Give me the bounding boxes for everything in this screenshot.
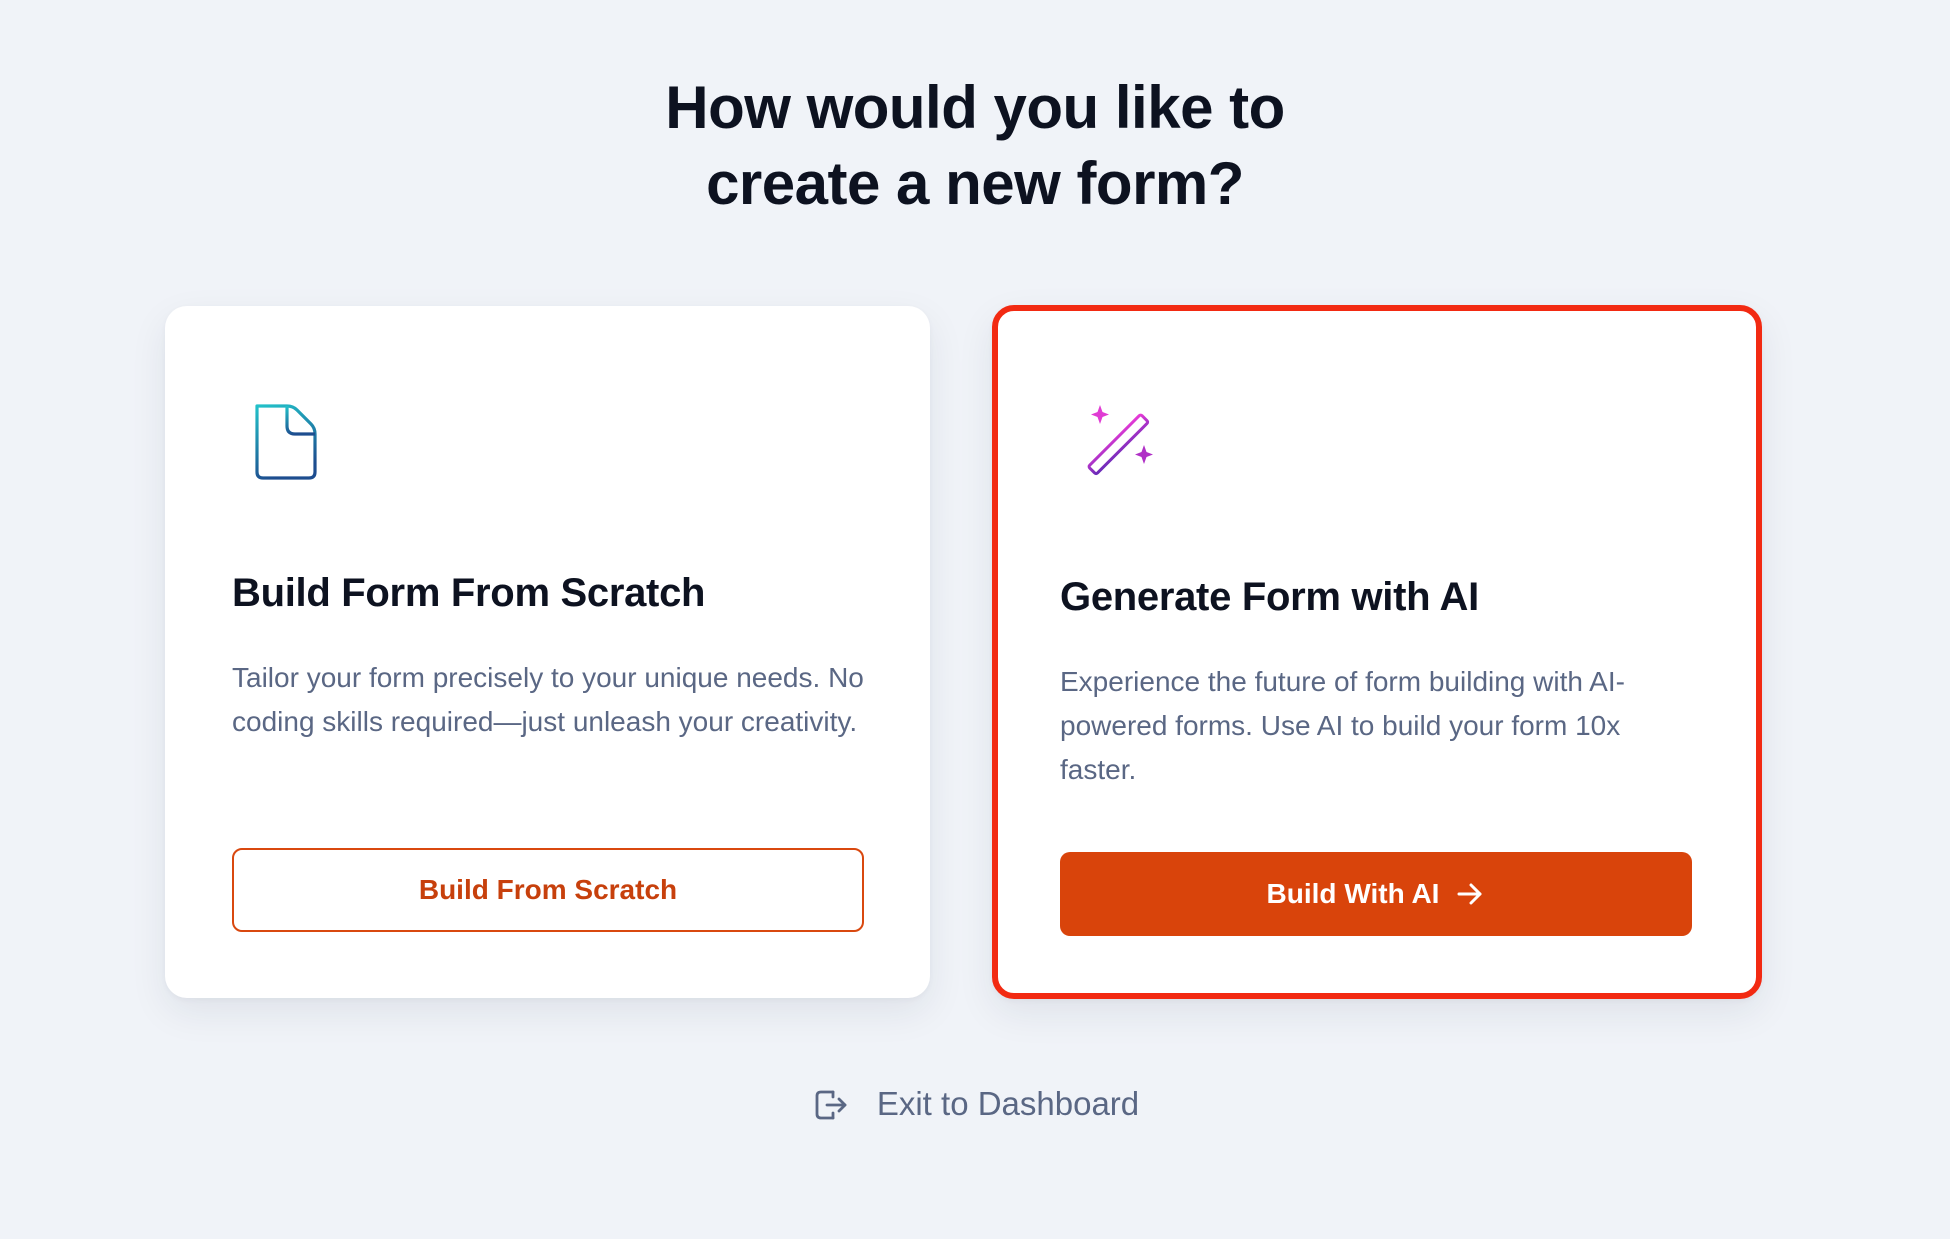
arrow-right-icon	[1457, 883, 1482, 905]
exit-to-dashboard-link[interactable]: Exit to Dashboard	[0, 1084, 1950, 1124]
form-creation-page: How would you like to create a new form?…	[0, 0, 1950, 1239]
build-from-scratch-card[interactable]: Build Form From Scratch Tailor your form…	[165, 306, 930, 998]
build-from-scratch-button[interactable]: Build From Scratch	[232, 848, 864, 932]
button-label: Build From Scratch	[418, 874, 678, 905]
page-title: How would you like to create a new form?	[0, 70, 1950, 222]
card-description: Tailor your form precisely to your uniqu…	[232, 662, 864, 737]
logout-icon	[815, 1090, 847, 1120]
magic-wand-icon	[1073, 399, 1163, 489]
file-plus-icon	[243, 396, 333, 486]
card-heading: Build Form From Scratch	[232, 571, 706, 615]
button-label: Build With AI	[1266, 878, 1440, 909]
build-with-ai-button[interactable]: Build With AI	[1060, 852, 1692, 936]
exit-label: Exit to Dashboard	[876, 1085, 1140, 1122]
page-title-line-2: create a new form?	[706, 150, 1244, 217]
card-description: Experience the future of form building w…	[1060, 666, 1625, 785]
page-title-line-1: How would you like to	[665, 74, 1285, 141]
generate-with-ai-card[interactable]: Generate Form with AI Experience the fut…	[992, 305, 1762, 999]
card-heading: Generate Form with AI	[1060, 575, 1479, 619]
